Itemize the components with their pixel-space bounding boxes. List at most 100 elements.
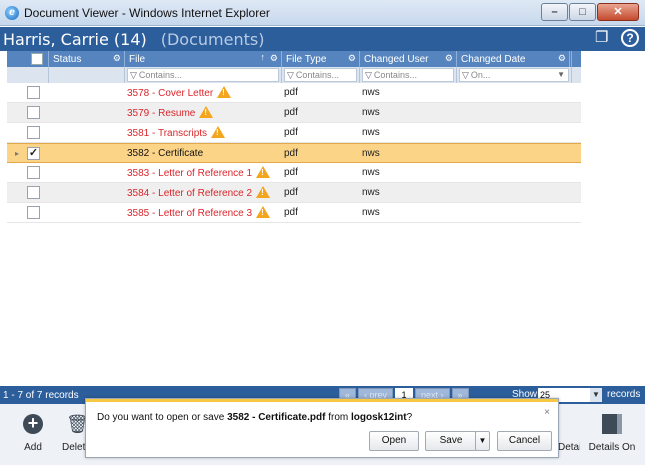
funnel-icon: ▽ — [462, 70, 469, 80]
row-checkbox-cell — [27, 186, 49, 199]
changed-date-gear-icon[interactable]: ⚙ — [558, 53, 566, 64]
funnel-icon: ▽ — [130, 70, 137, 80]
file-type-gear-icon[interactable]: ⚙ — [348, 53, 356, 64]
table-row[interactable]: 3578 - Cover Letter! pdf nws — [7, 83, 581, 103]
cancel-button[interactable]: Cancel — [497, 431, 552, 451]
download-prefix: Do you want to open or save — [97, 412, 228, 423]
file-cell[interactable]: 3582 - Certificate — [125, 148, 282, 159]
details-icon-hidden — [559, 414, 579, 434]
file-type-cell: pdf — [284, 167, 298, 178]
file-type-cell: pdf — [284, 187, 298, 198]
changed-user-cell: nws — [362, 107, 380, 118]
row-checkbox-cell — [27, 206, 49, 219]
file-cell[interactable]: 3585 - Letter of Reference 3! — [125, 206, 282, 219]
file-name: 3585 - Letter of Reference 3 — [127, 208, 253, 219]
file-cell[interactable]: 3581 - Transcripts! — [125, 126, 282, 139]
download-suffix: ? — [406, 412, 413, 423]
file-cell[interactable]: 3578 - Cover Letter! — [125, 86, 282, 99]
file-type-cell: pdf — [284, 107, 298, 118]
minimize-button[interactable]: – — [541, 3, 568, 21]
chevron-down-icon[interactable]: ▼ — [590, 388, 602, 402]
close-button[interactable]: ✕ — [597, 3, 639, 21]
window-title: Document Viewer - Windows Internet Explo… — [24, 5, 270, 20]
changed-user-cell: nws — [362, 127, 380, 138]
pin-icon[interactable]: ❐ — [595, 30, 613, 46]
details-on-label: Details On — [588, 442, 636, 453]
download-notification-bar: Do you want to open or save 3582 - Certi… — [85, 398, 559, 458]
funnel-icon: ▽ — [365, 70, 372, 80]
file-name: 3578 - Cover Letter — [127, 88, 214, 99]
file-name: 3584 - Letter of Reference 2 — [127, 188, 253, 199]
save-button[interactable]: Save — [425, 431, 477, 451]
warning-icon: ! — [256, 206, 271, 218]
column-file-type[interactable]: File Type ⚙ — [282, 51, 360, 67]
help-icon[interactable]: ? — [621, 29, 639, 47]
file-cell[interactable]: 3584 - Letter of Reference 2! — [125, 186, 282, 199]
row-checkbox-cell: ✓ — [27, 146, 49, 160]
table-row[interactable]: 3584 - Letter of Reference 2! pdf nws — [7, 183, 581, 203]
status-gear-icon[interactable]: ⚙ — [113, 53, 121, 64]
sort-ascending-icon: ↑ — [260, 52, 266, 62]
row-checkbox[interactable] — [27, 126, 40, 139]
maximize-icon: □ — [579, 6, 586, 18]
trash-icon: 🗑 — [66, 414, 89, 434]
column-changed-user[interactable]: Changed User ⚙ — [360, 51, 457, 67]
changed-user-cell: nws — [362, 87, 380, 98]
warning-icon: ! — [256, 166, 271, 178]
file-filter-input[interactable]: ▽ Contains... — [127, 68, 279, 82]
file-cell[interactable]: 3579 - Resume! — [125, 106, 282, 119]
download-close-icon[interactable]: × — [544, 407, 550, 418]
funnel-icon: ▽ — [287, 70, 294, 80]
table-row[interactable]: 3585 - Letter of Reference 3! pdf nws — [7, 203, 581, 223]
open-button[interactable]: Open — [369, 431, 419, 451]
details-on-button[interactable]: Details On — [586, 414, 638, 453]
table-row[interactable]: 3579 - Resume! pdf nws — [7, 103, 581, 123]
changed-date-filter-input[interactable]: ▽ On... ▼ — [459, 68, 569, 82]
row-indicator-icon: ▸ — [14, 148, 19, 158]
row-checkbox[interactable] — [27, 106, 40, 119]
changed-user-cell: nws — [362, 187, 380, 198]
file-name: 3583 - Letter of Reference 1 — [127, 168, 253, 179]
file-cell[interactable]: 3583 - Letter of Reference 1! — [125, 166, 282, 179]
column-header-row: Status ⚙ File ↑ ⚙ File Type ⚙ Changed Us… — [7, 51, 581, 67]
row-checkbox[interactable] — [27, 166, 40, 179]
row-checkbox[interactable] — [27, 206, 40, 219]
column-changed-date[interactable]: Changed Date ⚙ — [457, 51, 572, 67]
file-name: 3581 - Transcripts — [127, 128, 208, 139]
chevron-down-icon[interactable]: ▼ — [557, 69, 565, 81]
table-row[interactable]: 3581 - Transcripts! pdf nws — [7, 123, 581, 143]
file-type-cell: pdf — [284, 147, 298, 159]
row-checkbox[interactable] — [27, 86, 40, 99]
warning-icon: ! — [211, 126, 226, 138]
file-name: 3579 - Resume — [127, 108, 196, 119]
download-source: logosk12int — [351, 412, 407, 423]
table-row[interactable]: 3583 - Letter of Reference 1! pdf nws — [7, 163, 581, 183]
file-name: 3582 - Certificate — [127, 147, 204, 159]
maximize-button[interactable]: □ — [569, 3, 596, 21]
table-row[interactable]: ▸ ✓ 3582 - Certificate pdf nws — [7, 143, 581, 163]
download-filename: 3582 - Certificate.pdf — [227, 412, 326, 423]
select-all-checkbox[interactable] — [31, 53, 43, 65]
download-from: from — [325, 412, 352, 423]
add-button[interactable]: + Add — [20, 414, 46, 453]
plus-circle-icon: + — [23, 414, 43, 434]
column-file-label: File — [129, 53, 146, 65]
row-checkbox[interactable]: ✓ — [27, 146, 40, 160]
changed-user-filter-input[interactable]: ▽ Contains... — [362, 68, 454, 82]
file-type-filter-input[interactable]: ▽ Contains... — [284, 68, 357, 82]
column-file[interactable]: File ↑ ⚙ — [125, 51, 282, 67]
details-button[interactable]: Details — [558, 414, 580, 453]
file-filter-placeholder: Contains... — [138, 70, 182, 80]
column-status[interactable]: Status ⚙ — [49, 51, 125, 67]
page-subtitle: (Documents) — [160, 29, 265, 49]
add-label: Add — [24, 442, 42, 453]
file-gear-icon[interactable]: ⚙ — [270, 53, 278, 64]
save-options-dropdown[interactable]: ▼ — [475, 431, 490, 451]
row-checkbox[interactable] — [27, 186, 40, 199]
column-changed-user-label: Changed User — [364, 53, 429, 65]
row-checkbox-cell — [27, 106, 49, 119]
warning-icon: ! — [256, 186, 271, 198]
changed-user-gear-icon[interactable]: ⚙ — [445, 53, 453, 64]
changed-user-filter-placeholder: Contains... — [373, 70, 417, 80]
filter-row: ▽ Contains... ▽ Contains... ▽ Contains... ▽… — [7, 67, 581, 83]
